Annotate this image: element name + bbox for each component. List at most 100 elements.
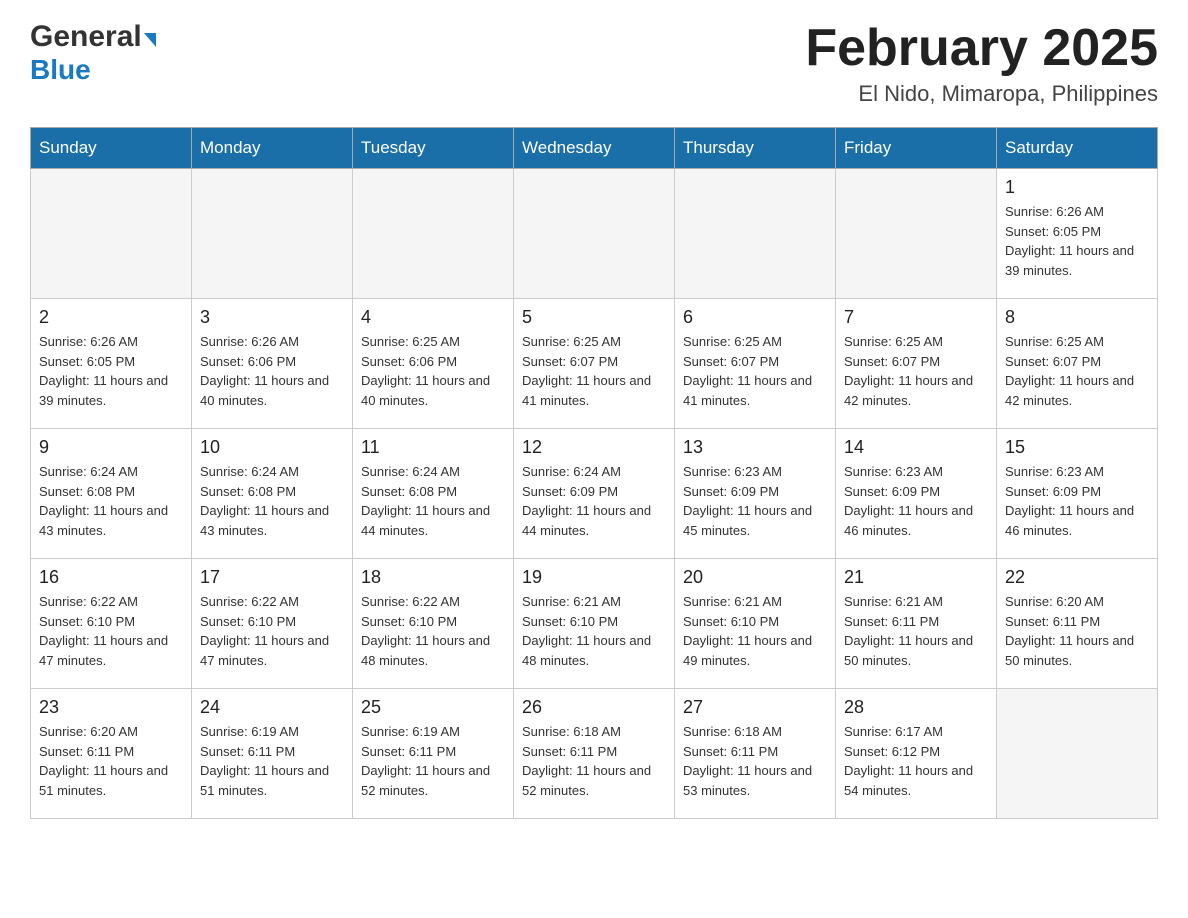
calendar-cell: 21 Sunrise: 6:21 AMSunset: 6:11 PMDayligh… bbox=[836, 559, 997, 689]
week-row-3: 9 Sunrise: 6:24 AMSunset: 6:08 PMDaylight… bbox=[31, 429, 1158, 559]
calendar-cell: 11 Sunrise: 6:24 AMSunset: 6:08 PMDayligh… bbox=[353, 429, 514, 559]
calendar-cell: 12 Sunrise: 6:24 AMSunset: 6:09 PMDayligh… bbox=[514, 429, 675, 559]
day-number: 12 bbox=[522, 437, 666, 458]
day-number: 11 bbox=[361, 437, 505, 458]
calendar-cell bbox=[836, 169, 997, 299]
calendar-cell: 15 Sunrise: 6:23 AMSunset: 6:09 PMDayligh… bbox=[997, 429, 1158, 559]
day-number: 24 bbox=[200, 697, 344, 718]
main-title: February 2025 bbox=[805, 20, 1158, 77]
day-of-week-monday: Monday bbox=[192, 128, 353, 169]
day-info: Sunrise: 6:26 AMSunset: 6:05 PMDaylight:… bbox=[1005, 202, 1149, 280]
week-row-4: 16 Sunrise: 6:22 AMSunset: 6:10 PMDayligh… bbox=[31, 559, 1158, 689]
day-info: Sunrise: 6:20 AMSunset: 6:11 PMDaylight:… bbox=[1005, 592, 1149, 670]
day-info: Sunrise: 6:18 AMSunset: 6:11 PMDaylight:… bbox=[522, 722, 666, 800]
calendar-cell: 9 Sunrise: 6:24 AMSunset: 6:08 PMDaylight… bbox=[31, 429, 192, 559]
logo-general-text: General bbox=[30, 20, 142, 53]
calendar-cell bbox=[353, 169, 514, 299]
logo-triangle-icon bbox=[144, 33, 156, 47]
day-info: Sunrise: 6:20 AMSunset: 6:11 PMDaylight:… bbox=[39, 722, 183, 800]
calendar-cell: 20 Sunrise: 6:21 AMSunset: 6:10 PMDayligh… bbox=[675, 559, 836, 689]
day-number: 4 bbox=[361, 307, 505, 328]
day-number: 21 bbox=[844, 567, 988, 588]
day-info: Sunrise: 6:18 AMSunset: 6:11 PMDaylight:… bbox=[683, 722, 827, 800]
day-of-week-thursday: Thursday bbox=[675, 128, 836, 169]
day-number: 17 bbox=[200, 567, 344, 588]
day-info: Sunrise: 6:24 AMSunset: 6:08 PMDaylight:… bbox=[39, 462, 183, 540]
day-info: Sunrise: 6:17 AMSunset: 6:12 PMDaylight:… bbox=[844, 722, 988, 800]
day-info: Sunrise: 6:25 AMSunset: 6:07 PMDaylight:… bbox=[1005, 332, 1149, 410]
day-of-week-wednesday: Wednesday bbox=[514, 128, 675, 169]
day-info: Sunrise: 6:25 AMSunset: 6:07 PMDaylight:… bbox=[522, 332, 666, 410]
calendar-cell bbox=[192, 169, 353, 299]
calendar-cell: 13Sunrise: 6:23 AMSunset: 6:09 PMDayligh… bbox=[675, 429, 836, 559]
day-number: 13 bbox=[683, 437, 827, 458]
day-info: Sunrise: 6:22 AMSunset: 6:10 PMDaylight:… bbox=[39, 592, 183, 670]
logo: General Blue bbox=[30, 20, 156, 86]
calendar-cell: 8 Sunrise: 6:25 AMSunset: 6:07 PMDaylight… bbox=[997, 299, 1158, 429]
day-info: Sunrise: 6:23 AMSunset: 6:09 PMDaylight:… bbox=[844, 462, 988, 540]
calendar-cell: 2Sunrise: 6:26 AMSunset: 6:05 PMDaylight… bbox=[31, 299, 192, 429]
logo-blue-text: Blue bbox=[30, 54, 91, 85]
calendar-cell bbox=[31, 169, 192, 299]
day-info: Sunrise: 6:24 AMSunset: 6:09 PMDaylight:… bbox=[522, 462, 666, 540]
day-number: 5 bbox=[522, 307, 666, 328]
calendar-cell: 5 Sunrise: 6:25 AMSunset: 6:07 PMDaylight… bbox=[514, 299, 675, 429]
calendar-cell: 6Sunrise: 6:25 AMSunset: 6:07 PMDaylight… bbox=[675, 299, 836, 429]
title-area: February 2025 El Nido, Mimaropa, Philipp… bbox=[805, 20, 1158, 107]
day-info: Sunrise: 6:25 AMSunset: 6:07 PMDaylight:… bbox=[844, 332, 988, 410]
day-number: 7 bbox=[844, 307, 988, 328]
calendar-cell: 1Sunrise: 6:26 AMSunset: 6:05 PMDaylight… bbox=[997, 169, 1158, 299]
day-number: 18 bbox=[361, 567, 505, 588]
week-row-1: 1Sunrise: 6:26 AMSunset: 6:05 PMDaylight… bbox=[31, 169, 1158, 299]
day-info: Sunrise: 6:21 AMSunset: 6:11 PMDaylight:… bbox=[844, 592, 988, 670]
logo-line2: Blue bbox=[30, 54, 91, 86]
day-info: Sunrise: 6:25 AMSunset: 6:07 PMDaylight:… bbox=[683, 332, 827, 410]
calendar-cell: 3Sunrise: 6:26 AMSunset: 6:06 PMDaylight… bbox=[192, 299, 353, 429]
day-number: 9 bbox=[39, 437, 183, 458]
day-number: 23 bbox=[39, 697, 183, 718]
calendar-cell: 25Sunrise: 6:19 AMSunset: 6:11 PMDayligh… bbox=[353, 689, 514, 819]
calendar-cell bbox=[514, 169, 675, 299]
week-row-2: 2Sunrise: 6:26 AMSunset: 6:05 PMDaylight… bbox=[31, 299, 1158, 429]
day-info: Sunrise: 6:25 AMSunset: 6:06 PMDaylight:… bbox=[361, 332, 505, 410]
days-of-week-row: SundayMondayTuesdayWednesdayThursdayFrid… bbox=[31, 128, 1158, 169]
day-of-week-sunday: Sunday bbox=[31, 128, 192, 169]
day-number: 15 bbox=[1005, 437, 1149, 458]
day-info: Sunrise: 6:22 AMSunset: 6:10 PMDaylight:… bbox=[200, 592, 344, 670]
calendar-cell: 23 Sunrise: 6:20 AMSunset: 6:11 PMDayligh… bbox=[31, 689, 192, 819]
calendar-cell: 14Sunrise: 6:23 AMSunset: 6:09 PMDayligh… bbox=[836, 429, 997, 559]
day-info: Sunrise: 6:23 AMSunset: 6:09 PMDaylight:… bbox=[1005, 462, 1149, 540]
day-number: 20 bbox=[683, 567, 827, 588]
day-number: 10 bbox=[200, 437, 344, 458]
page-header: General Blue February 2025 El Nido, Mima… bbox=[30, 20, 1158, 107]
day-info: Sunrise: 6:21 AMSunset: 6:10 PMDaylight:… bbox=[683, 592, 827, 670]
calendar-cell: 10Sunrise: 6:24 AMSunset: 6:08 PMDayligh… bbox=[192, 429, 353, 559]
day-number: 26 bbox=[522, 697, 666, 718]
day-number: 8 bbox=[1005, 307, 1149, 328]
calendar-cell: 27 Sunrise: 6:18 AMSunset: 6:11 PMDayligh… bbox=[675, 689, 836, 819]
day-info: Sunrise: 6:19 AMSunset: 6:11 PMDaylight:… bbox=[200, 722, 344, 800]
day-of-week-friday: Friday bbox=[836, 128, 997, 169]
calendar-header: SundayMondayTuesdayWednesdayThursdayFrid… bbox=[31, 128, 1158, 169]
calendar-cell: 19Sunrise: 6:21 AMSunset: 6:10 PMDayligh… bbox=[514, 559, 675, 689]
calendar-cell: 18 Sunrise: 6:22 AMSunset: 6:10 PMDayligh… bbox=[353, 559, 514, 689]
day-number: 27 bbox=[683, 697, 827, 718]
day-number: 2 bbox=[39, 307, 183, 328]
day-of-week-tuesday: Tuesday bbox=[353, 128, 514, 169]
day-number: 25 bbox=[361, 697, 505, 718]
calendar-cell: 7 Sunrise: 6:25 AMSunset: 6:07 PMDaylight… bbox=[836, 299, 997, 429]
calendar-cell: 17 Sunrise: 6:22 AMSunset: 6:10 PMDayligh… bbox=[192, 559, 353, 689]
day-number: 16 bbox=[39, 567, 183, 588]
calendar-cell: 4 Sunrise: 6:25 AMSunset: 6:06 PMDaylight… bbox=[353, 299, 514, 429]
day-number: 3 bbox=[200, 307, 344, 328]
calendar-cell: 16 Sunrise: 6:22 AMSunset: 6:10 PMDayligh… bbox=[31, 559, 192, 689]
logo-line1: General bbox=[30, 20, 156, 54]
day-number: 28 bbox=[844, 697, 988, 718]
day-number: 19 bbox=[522, 567, 666, 588]
calendar-cell bbox=[997, 689, 1158, 819]
day-of-week-saturday: Saturday bbox=[997, 128, 1158, 169]
day-info: Sunrise: 6:24 AMSunset: 6:08 PMDaylight:… bbox=[361, 462, 505, 540]
day-info: Sunrise: 6:22 AMSunset: 6:10 PMDaylight:… bbox=[361, 592, 505, 670]
calendar-cell bbox=[675, 169, 836, 299]
calendar-body: 1Sunrise: 6:26 AMSunset: 6:05 PMDaylight… bbox=[31, 169, 1158, 819]
